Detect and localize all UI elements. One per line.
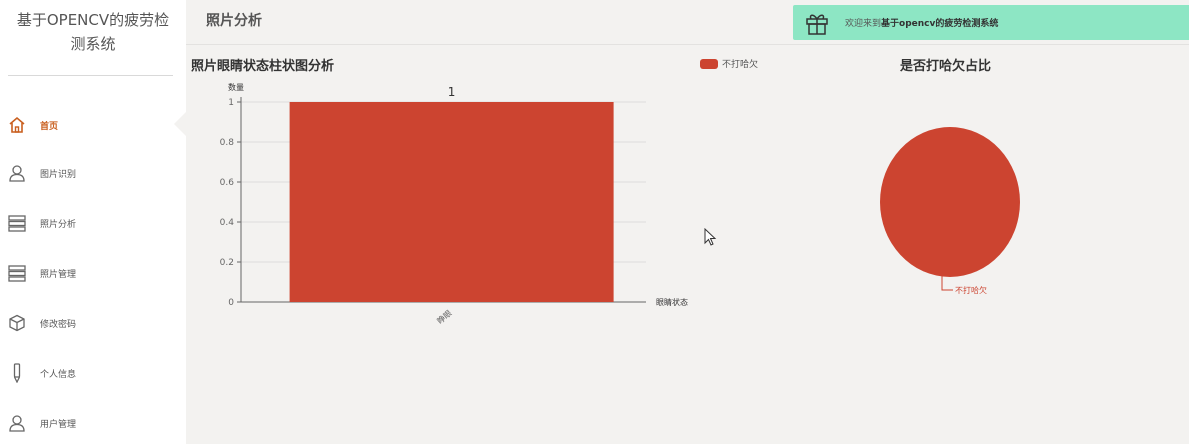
y-tick-label: 1: [228, 98, 234, 108]
bar-data-label: 1: [448, 85, 456, 99]
sidebar-item-label: 照片管理: [40, 269, 77, 280]
welcome-system-name: 基于opencv的疲劳检测系统: [881, 19, 999, 29]
app-title: 基于OPENCV的疲劳检测系统: [16, 11, 170, 53]
bar: [289, 102, 614, 302]
pie-chart-title: 是否打哈欠占比: [900, 59, 992, 74]
y-axis-label: 数量: [228, 82, 244, 92]
sidebar-item-image-recognition[interactable]: 图片识别: [0, 153, 186, 193]
cube-icon: [7, 312, 27, 334]
legend-label: 不打哈欠: [722, 60, 759, 70]
sidebar-item-label: 修改密码: [40, 319, 77, 330]
sidebar: 基于OPENCV的疲劳检测系统 首页 图片识别 照片分析 照片管理 修改密码 个…: [0, 0, 186, 444]
gift-icon: [805, 11, 829, 35]
y-tick-label: 0.6: [220, 178, 235, 188]
pie-slice-label: 不打哈欠: [955, 285, 987, 295]
sidebar-item-label: 照片分析: [40, 219, 77, 230]
active-indicator: [174, 112, 186, 136]
welcome-prefix: 欢迎来到: [845, 19, 882, 29]
header: 照片分析 欢迎来到基于opencv的疲劳检测系统: [186, 0, 1189, 45]
list-icon: [7, 212, 27, 234]
sidebar-item-label: 用户管理: [40, 419, 77, 430]
sidebar-item-home[interactable]: 首页: [0, 105, 186, 145]
bar-chart-legend[interactable]: 不打哈欠: [700, 57, 758, 70]
welcome-banner: 欢迎来到基于opencv的疲劳检测系统: [793, 5, 1189, 40]
pie-slice: [880, 127, 1020, 277]
sidebar-item-label: 图片识别: [40, 169, 77, 180]
y-tick-label: 0.2: [220, 258, 234, 268]
page-title: 照片分析: [206, 13, 262, 29]
sidebar-divider: [8, 75, 173, 76]
home-icon: [7, 114, 27, 136]
bar-chart: 0 0.2 0.4 0.6 0.8 1 数量眼睛状态 1 睁眼: [220, 82, 688, 326]
mouse-cursor-icon: [704, 227, 718, 252]
legend-swatch: [700, 58, 718, 69]
sidebar-item-label: 首页: [40, 121, 59, 132]
sidebar-item-user-management[interactable]: 用户管理: [0, 403, 186, 443]
welcome-text: 欢迎来到基于opencv的疲劳检测系统: [845, 16, 998, 29]
user-icon: [7, 412, 27, 434]
sidebar-item-personal-info[interactable]: 个人信息: [0, 353, 186, 393]
list-icon: [7, 262, 27, 284]
y-tick-label: 0.4: [220, 218, 235, 228]
sidebar-item-photo-management[interactable]: 照片管理: [0, 253, 186, 293]
user-icon: [7, 162, 27, 184]
pen-icon: [7, 362, 27, 384]
sidebar-item-photo-analysis[interactable]: 照片分析: [0, 203, 186, 243]
sidebar-item-change-password[interactable]: 修改密码: [0, 303, 186, 343]
x-axis-label: 眼睛状态: [656, 297, 688, 307]
y-tick-label: 0.8: [220, 138, 235, 148]
y-tick-label: 0: [228, 298, 234, 308]
x-tick-label: 睁眼: [435, 308, 454, 326]
sidebar-item-label: 个人信息: [40, 369, 77, 380]
bar-chart-title: 照片眼睛状态柱状图分析: [191, 59, 335, 74]
pie-chart: 不打哈欠: [880, 127, 1020, 295]
